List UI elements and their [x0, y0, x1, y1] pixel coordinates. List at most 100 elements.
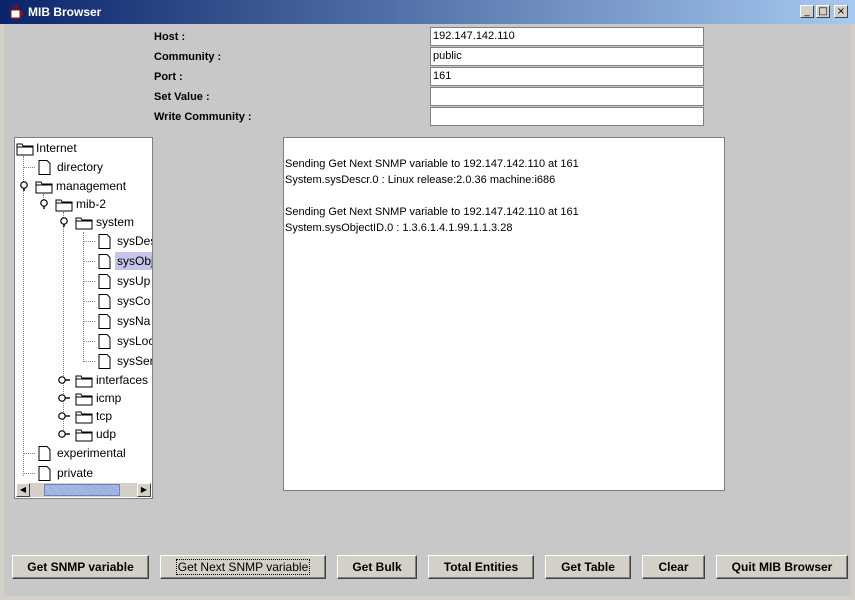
get-next-snmp-variable-button[interactable]: Get Next SNMP variable: [160, 555, 326, 579]
title-bar: MIB Browser _ □ ×: [0, 0, 855, 24]
tree-label: sysCo: [117, 294, 151, 308]
collapsed-toggle-icon: [58, 376, 70, 384]
tree-connector: [83, 281, 95, 282]
folder-icon: [75, 217, 93, 230]
port-input[interactable]: 161: [430, 67, 704, 86]
community-input[interactable]: public: [430, 47, 704, 66]
document-icon: [38, 446, 51, 461]
tree-connector: [83, 261, 95, 262]
maximize-button[interactable]: □: [816, 5, 830, 18]
tree-label: udp: [96, 427, 117, 441]
tree-label: system: [96, 215, 135, 229]
output-line: System.sysObjectID.0 : 1.3.6.1.4.1.99.1.…: [285, 222, 513, 234]
set-value-label: Set Value :: [154, 91, 210, 103]
tree-label: sysNa: [117, 314, 151, 328]
tree-horizontal-scrollbar[interactable]: ◀ ▶: [16, 483, 151, 497]
tree-connector: [23, 156, 24, 476]
mib-tree-content: Internet directory management mib-2 syst…: [15, 138, 152, 482]
tree-label: interfaces: [96, 373, 149, 387]
quit-mib-browser-button[interactable]: Quit MIB Browser: [716, 555, 848, 579]
tree-connector: [83, 341, 95, 342]
button-label: Clear: [658, 560, 689, 574]
folder-icon: [75, 393, 93, 406]
button-label: Quit MIB Browser: [731, 560, 833, 574]
collapsed-toggle-icon: [58, 412, 70, 420]
window-frame-left: [0, 24, 4, 600]
folder-icon: [75, 375, 93, 388]
expanded-toggle-icon: [40, 199, 48, 209]
document-icon: [98, 234, 111, 249]
tree-label: sysUp: [117, 274, 151, 288]
write-community-input[interactable]: [430, 107, 704, 126]
clear-button[interactable]: Clear: [642, 555, 705, 579]
tree-label: sysSer: [117, 354, 152, 368]
button-label: Get Bulk: [352, 560, 402, 574]
document-icon: [98, 274, 111, 289]
tree-connector: [83, 301, 95, 302]
expanded-toggle-icon: [60, 217, 68, 227]
tree-label: tcp: [96, 409, 113, 423]
document-icon: [38, 466, 51, 481]
tree-label: Internet: [36, 141, 77, 155]
button-label: Get Next SNMP variable: [175, 559, 311, 575]
document-icon: [98, 294, 111, 309]
window-title: MIB Browser: [28, 5, 102, 19]
get-table-button[interactable]: Get Table: [545, 555, 631, 579]
tree-label: sysDes: [117, 234, 152, 248]
document-icon: [98, 354, 111, 369]
host-input[interactable]: 192.147.142.110: [430, 27, 704, 46]
collapsed-toggle-icon: [58, 394, 70, 402]
tree-connector: [83, 361, 95, 362]
tree-label: private: [57, 466, 94, 480]
document-icon: [38, 160, 51, 175]
scroll-right-icon[interactable]: ▶: [137, 483, 151, 497]
folder-icon: [16, 143, 34, 156]
scroll-thumb[interactable]: [44, 484, 120, 496]
folder-icon: [35, 181, 53, 194]
scroll-left-icon[interactable]: ◀: [16, 483, 30, 497]
tree-connector: [83, 241, 95, 242]
tree-connector: [23, 473, 35, 474]
tree-label: sysLoc: [117, 334, 152, 348]
output-text-area[interactable]: Sending Get Next SNMP variable to 192.14…: [283, 137, 725, 491]
java-coffee-icon: [10, 4, 23, 19]
close-button[interactable]: ×: [834, 5, 848, 18]
window-frame-bottom: [0, 596, 855, 600]
tree-connector: [23, 167, 35, 168]
port-label: Port :: [154, 71, 183, 83]
tree-label: icmp: [96, 391, 122, 405]
tree-connector: [23, 453, 35, 454]
output-line: Sending Get Next SNMP variable to 192.14…: [285, 206, 579, 218]
document-icon: [98, 254, 111, 269]
folder-icon: [75, 411, 93, 424]
write-community-label: Write Community :: [154, 111, 252, 123]
folder-icon: [75, 429, 93, 442]
set-value-input[interactable]: [430, 87, 704, 106]
button-label: Total Entities: [443, 560, 519, 574]
tree-label: management: [56, 179, 127, 193]
tree-connector: [83, 321, 95, 322]
get-bulk-button[interactable]: Get Bulk: [337, 555, 417, 579]
total-entities-button[interactable]: Total Entities: [428, 555, 534, 579]
collapsed-toggle-icon: [58, 430, 70, 438]
button-label: Get Table: [561, 560, 615, 574]
window-frame-right: [851, 24, 855, 600]
output-line: Sending Get Next SNMP variable to 192.14…: [285, 158, 579, 170]
expanded-toggle-icon: [20, 181, 28, 191]
mib-tree[interactable]: Internet directory management mib-2 syst…: [14, 137, 153, 499]
folder-icon: [55, 199, 73, 212]
button-label: Get SNMP variable: [27, 560, 134, 574]
tree-label: mib-2: [76, 197, 107, 211]
tree-label-selected: sysObj: [115, 252, 152, 270]
community-label: Community :: [154, 51, 222, 63]
output-line: System.sysDescr.0 : Linux release:2.0.36…: [285, 174, 556, 186]
tree-connector: [83, 232, 84, 362]
document-icon: [98, 314, 111, 329]
tree-label: experimental: [57, 446, 126, 460]
host-label: Host :: [154, 31, 186, 43]
minimize-button[interactable]: _: [800, 5, 814, 18]
get-snmp-variable-button[interactable]: Get SNMP variable: [12, 555, 149, 579]
tree-label: directory: [57, 160, 104, 174]
document-icon: [98, 334, 111, 349]
